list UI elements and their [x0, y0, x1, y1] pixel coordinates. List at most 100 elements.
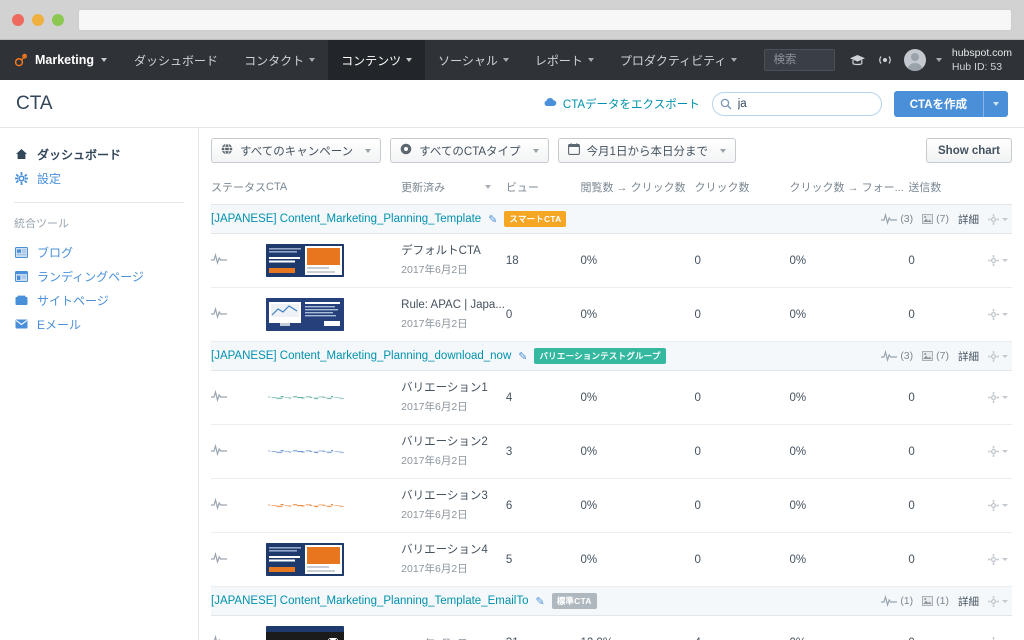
chevron-down-icon: [532, 148, 539, 153]
status-sparkline-icon[interactable]: [211, 306, 227, 322]
export-cta-data-link[interactable]: CTAデータをエクスポート: [543, 96, 700, 112]
cell-cta-name: バリエーション3 2017年6月2日: [401, 478, 506, 533]
close-window-button[interactable]: [12, 13, 24, 26]
cta-name[interactable]: バリエーション3: [401, 489, 506, 505]
group-image-stat[interactable]: (1): [922, 595, 949, 607]
show-chart-button[interactable]: Show chart: [926, 138, 1012, 163]
filter-cta-type[interactable]: すべてのCTAタイプ: [390, 138, 549, 163]
cta-name[interactable]: バリエーション1: [401, 381, 506, 397]
group-activity-stat[interactable]: (3): [881, 350, 913, 362]
nav-item-dashboard[interactable]: ダッシュボード: [121, 40, 231, 80]
nav-item-contacts[interactable]: コンタクト: [231, 40, 328, 80]
cta-group-name[interactable]: [JAPANESE] Content_Marketing_Planning_Te…: [211, 213, 481, 225]
status-sparkline-icon[interactable]: [211, 252, 227, 268]
cell-views: 6: [505, 478, 581, 533]
cell-thumbnail[interactable]: 同僚へメール転送する: [266, 615, 402, 640]
table-row[interactable]: Rule: APAC | Japa... 2017年6月2日 0 0% 0 0% 0: [211, 287, 1012, 342]
cta-name[interactable]: デフォルトCTA: [401, 244, 506, 260]
sidebar-item-landing-pages[interactable]: ランディングページ: [14, 264, 198, 288]
sidebar-item-blog[interactable]: ブログ: [14, 240, 198, 264]
cta-name[interactable]: バリエーション2: [401, 435, 506, 451]
cell-thumbnail[interactable]: [266, 424, 402, 479]
group-settings-menu[interactable]: [988, 595, 1008, 607]
cell-submissions: 0: [908, 478, 988, 533]
table-row[interactable]: バリエーション4 2017年6月2日 5 0% 0 0% 0: [211, 532, 1012, 587]
sidebar-item-email[interactable]: Eメール: [14, 312, 198, 336]
nav-item-social[interactable]: ソーシャル: [425, 40, 522, 80]
nav-item-reports[interactable]: レポート: [522, 40, 607, 80]
cta-group-name[interactable]: [JAPANESE] Content_Marketing_Planning_do…: [211, 350, 511, 362]
row-settings-menu[interactable]: [988, 500, 1012, 511]
cell-thumbnail[interactable]: [266, 370, 402, 425]
create-cta-dropdown-toggle[interactable]: [983, 90, 1008, 117]
global-search-input[interactable]: [764, 49, 835, 71]
sidebar-item-settings[interactable]: 設定: [14, 166, 198, 190]
group-detail-link[interactable]: 詳細: [958, 212, 979, 227]
filter-toolbar: すべてのキャンペーン すべてのCTAタイプ 今月1日から本日分まで Show c…: [211, 138, 1012, 172]
group-activity-stat[interactable]: (3): [881, 213, 913, 225]
table-row[interactable]: バリエーション1 2017年6月2日 4 0% 0 0% 0: [211, 370, 1012, 425]
group-activity-stat[interactable]: (1): [881, 595, 913, 607]
group-settings-menu[interactable]: [988, 350, 1008, 362]
chevron-down-icon: [719, 148, 726, 153]
cell-submissions: 0: [908, 287, 988, 342]
nav-item-productivity[interactable]: プロダクティビティ: [607, 40, 751, 80]
cta-name[interactable]: バリエーション4: [401, 543, 506, 559]
edit-pencil-icon[interactable]: ✎: [536, 595, 545, 608]
cell-cta-name: デフォルトCTA 2017年6月2日: [401, 233, 506, 288]
table-row[interactable]: バリエーション2 2017年6月2日 3 0% 0 0% 0: [211, 424, 1012, 479]
status-sparkline-icon[interactable]: [211, 389, 227, 405]
status-sparkline-icon[interactable]: [211, 551, 227, 567]
nav-item-content[interactable]: コンテンツ: [328, 40, 426, 80]
cell-thumbnail[interactable]: [266, 233, 402, 288]
minimize-window-button[interactable]: [32, 13, 44, 26]
filter-date-range[interactable]: 今月1日から本日分まで: [557, 138, 736, 163]
group-detail-link[interactable]: 詳細: [958, 594, 979, 609]
hubspot-sprocket-icon: [14, 53, 28, 67]
cta-search-input[interactable]: [711, 91, 882, 116]
edit-pencil-icon[interactable]: ✎: [488, 213, 497, 226]
sidebar-divider: [14, 202, 184, 203]
brand-marketing[interactable]: Marketing: [0, 40, 121, 80]
cta-group-name[interactable]: [JAPANESE] Content_Marketing_Planning_Te…: [211, 595, 529, 607]
address-bar[interactable]: [78, 8, 1012, 31]
cell-cta-name: バリエーション2 2017年6月2日: [401, 424, 506, 479]
row-settings-menu[interactable]: [988, 255, 1012, 266]
cta-updated-date: 2017年6月2日: [401, 508, 468, 521]
avatar[interactable]: [903, 49, 926, 71]
cta-name[interactable]: Rule: APAC | Japa...: [401, 298, 506, 314]
group-image-stat[interactable]: (7): [922, 213, 949, 225]
cell-views: 31: [505, 615, 581, 640]
cell-views: 5: [505, 532, 581, 587]
sidebar-item-dashboard[interactable]: ダッシュボード: [14, 142, 198, 166]
cell-thumbnail[interactable]: [266, 287, 402, 342]
target-icon: [400, 143, 412, 158]
maximize-window-button[interactable]: [52, 13, 64, 26]
group-detail-link[interactable]: 詳細: [958, 349, 979, 364]
table-row[interactable]: デフォルトCTA 2017年6月2日 18 0% 0 0% 0: [211, 233, 1012, 288]
cell-thumbnail[interactable]: [266, 532, 402, 587]
edit-pencil-icon[interactable]: ✎: [518, 350, 527, 363]
academy-cap-icon[interactable]: [849, 54, 866, 67]
cta-table-body: [JAPANESE] Content_Marketing_Planning_Te…: [211, 204, 1012, 640]
notifications-signal-icon[interactable]: [876, 54, 894, 66]
chevron-down-icon[interactable]: [935, 58, 942, 62]
filter-campaign[interactable]: すべてのキャンペーン: [211, 138, 382, 163]
cell-status: [211, 287, 266, 342]
create-cta-button[interactable]: CTAを作成: [893, 90, 1008, 117]
column-updated[interactable]: 更新済み: [401, 172, 506, 205]
row-settings-menu[interactable]: [988, 392, 1012, 403]
group-settings-menu[interactable]: [988, 213, 1008, 225]
table-row[interactable]: バリエーション3 2017年6月2日 6 0% 0 0% 0: [211, 478, 1012, 533]
cta-type-badge: 標準CTA: [551, 593, 597, 609]
row-settings-menu[interactable]: [988, 309, 1012, 320]
group-image-stat[interactable]: (7): [922, 350, 949, 362]
cta-updated-date: 2017年6月2日: [401, 562, 468, 575]
cell-thumbnail[interactable]: [266, 478, 402, 533]
row-settings-menu[interactable]: [988, 554, 1012, 565]
status-sparkline-icon[interactable]: [211, 443, 227, 459]
status-sparkline-icon[interactable]: [211, 497, 227, 513]
table-row[interactable]: 同僚へメール転送する2017年6月2日3112.9%40%0: [211, 615, 1012, 640]
sidebar-item-site-pages[interactable]: サイトページ: [14, 288, 198, 312]
row-settings-menu[interactable]: [988, 446, 1012, 457]
